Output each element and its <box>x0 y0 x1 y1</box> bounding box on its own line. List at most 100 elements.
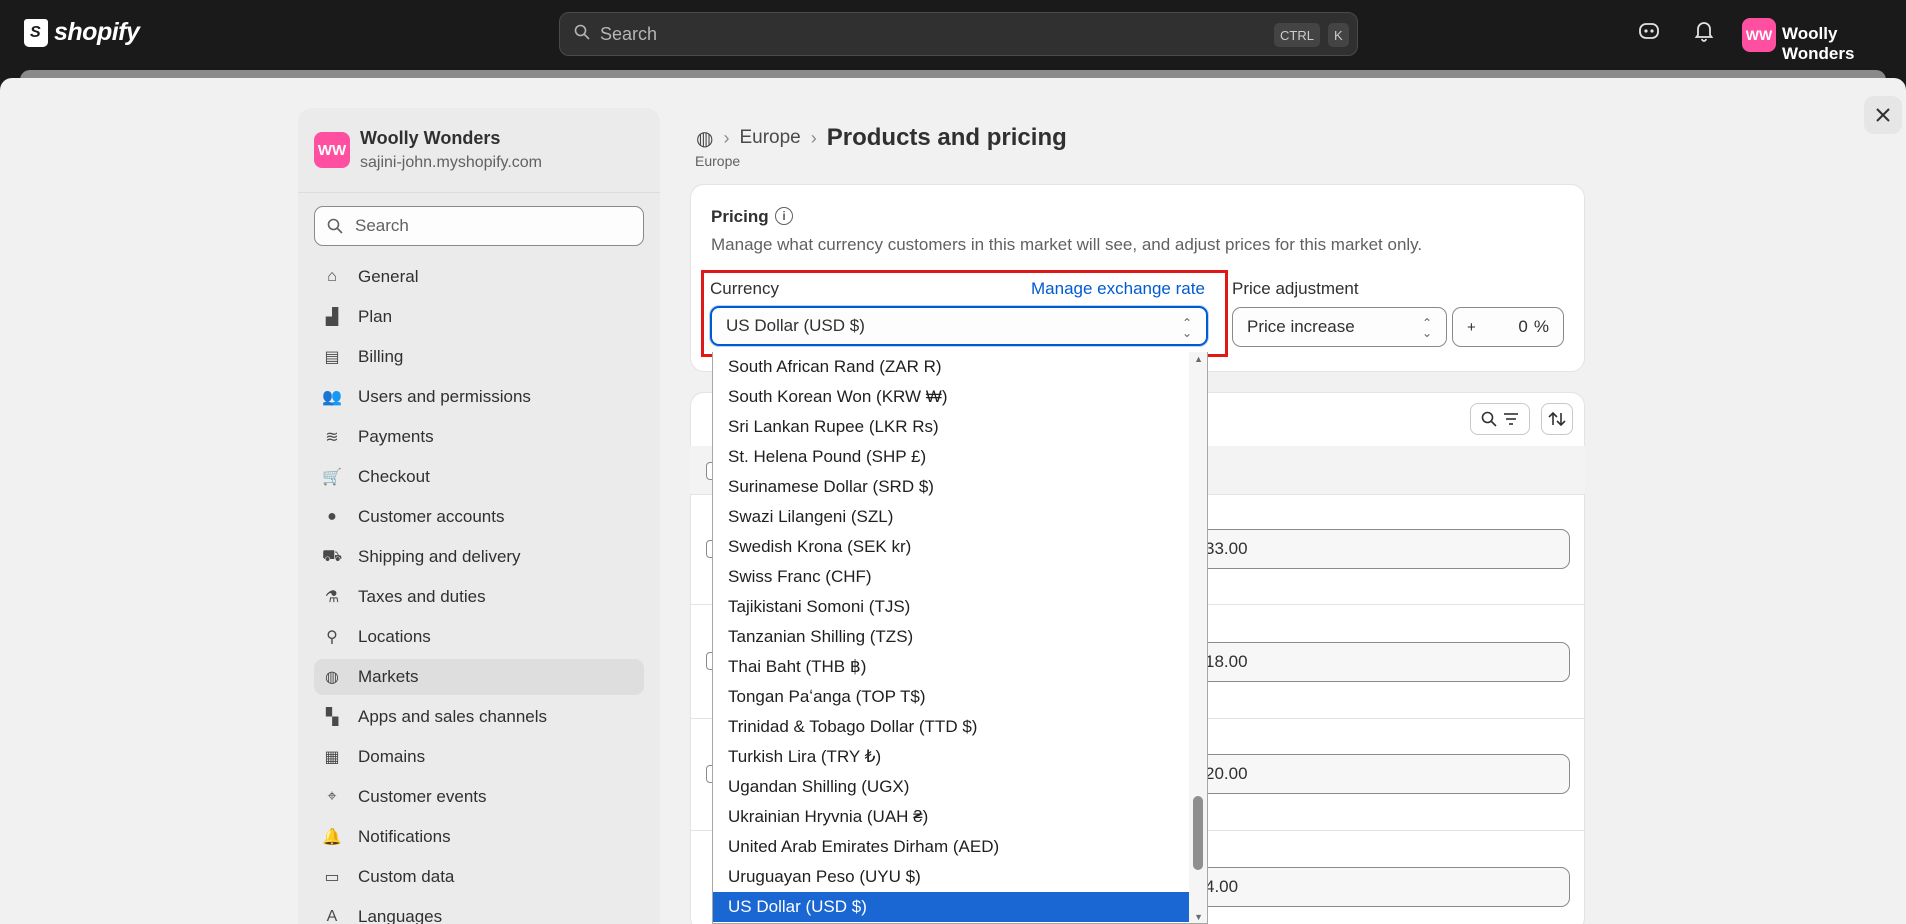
currency-dropdown-list[interactable]: South African Rand (ZAR R) South Korean … <box>712 352 1208 924</box>
scrollbar-thumb[interactable] <box>1193 796 1203 870</box>
sidebar-item-customer-accounts[interactable]: ● Customer accounts <box>314 499 644 535</box>
sidebar-item-languages[interactable]: A Languages <box>314 899 644 924</box>
percent-suffix: % <box>1533 317 1549 336</box>
sidebar-item-locations[interactable]: ⚲ Locations <box>314 619 644 655</box>
sidebar-item-label: Custom data <box>358 867 455 886</box>
sidebar-item-checkout[interactable]: 🛒 Checkout <box>314 459 644 495</box>
data-icon: ▭ <box>324 869 340 886</box>
percent-value: 0 <box>1518 317 1528 336</box>
sidebar-item-label: Billing <box>358 347 404 366</box>
settings-search-input[interactable]: Search <box>314 206 644 246</box>
price-value: 18.00 <box>1205 652 1248 671</box>
close-button[interactable] <box>1864 96 1902 134</box>
chevron-right-icon: › <box>723 127 730 148</box>
price-value: 33.00 <box>1205 539 1248 558</box>
currency-option[interactable]: Trinidad & Tobago Dollar (TTD $) <box>713 712 1189 742</box>
tax-icon: ⚗ <box>324 589 340 606</box>
store-avatar[interactable]: WW <box>1742 18 1776 52</box>
sidebar-item-notifications[interactable]: 🔔 Notifications <box>314 819 644 855</box>
price-field[interactable]: 18.00 <box>1196 642 1570 682</box>
sidebar-item-markets[interactable]: ◍ Markets <box>314 659 644 695</box>
currency-option[interactable]: Tongan Paʻanga (TOP T$) <box>713 682 1189 712</box>
price-field[interactable]: 20.00 <box>1196 754 1570 794</box>
page-title: Products and pricing <box>826 124 1067 151</box>
sidebar-item-domains[interactable]: ▦ Domains <box>314 739 644 775</box>
sidebar-item-label: Users and permissions <box>358 387 531 406</box>
currency-option[interactable]: Thai Baht (THB ฿) <box>713 652 1189 682</box>
currency-option[interactable]: United Arab Emirates Dirham (AED) <box>713 832 1189 862</box>
search-filter-button[interactable] <box>1470 403 1530 435</box>
dropdown-scrollbar[interactable]: ▲ ▼ <box>1189 352 1207 923</box>
truck-icon: ⛟ <box>322 548 343 565</box>
percent-prefix: + <box>1467 318 1476 336</box>
breadcrumb-europe-link[interactable]: Europe <box>739 127 800 149</box>
price-value: 20.00 <box>1205 764 1248 783</box>
currency-highlight-box <box>701 270 1228 357</box>
markets-globe-icon[interactable]: ◍ <box>696 126 713 151</box>
search-placeholder: Search <box>600 23 658 44</box>
search-icon <box>327 218 343 234</box>
sidebar-item-label: Plan <box>358 307 393 326</box>
currency-option[interactable]: Tanzanian Shilling (TZS) <box>713 622 1189 652</box>
search-icon <box>574 24 590 45</box>
billing-icon: ▤ <box>324 349 340 366</box>
price-adjustment-select[interactable]: Price increase ⌃ ⌄ <box>1232 307 1447 347</box>
sidebar-item-general[interactable]: ⌂ General <box>314 259 644 295</box>
sort-button[interactable] <box>1541 403 1573 435</box>
sidebar-item-apps[interactable]: ▚ Apps and sales channels <box>314 699 644 735</box>
domain-icon: ▦ <box>324 749 340 766</box>
chevron-up-down-icon: ⌃ ⌄ <box>1421 316 1432 340</box>
person-icon: ● <box>327 508 337 525</box>
currency-option[interactable]: Sri Lankan Rupee (LKR Rs) <box>713 412 1189 442</box>
sidebar-item-label: Taxes and duties <box>358 587 486 606</box>
page-subtitle: Europe <box>695 153 741 169</box>
sidebar-item-custom-data[interactable]: ▭ Custom data <box>314 859 644 895</box>
sidebar-item-label: Payments <box>358 427 434 446</box>
currency-option[interactable]: South African Rand (ZAR R) <box>713 352 1189 382</box>
sidekick-icon[interactable] <box>1638 20 1660 48</box>
currency-option[interactable]: South Korean Won (KRW ₩) <box>713 382 1189 412</box>
sidebar-item-label: General <box>358 267 419 286</box>
currency-option[interactable]: Turkish Lira (TRY ₺) <box>713 742 1189 772</box>
currency-option[interactable]: St. Helena Pound (SHP £) <box>713 442 1189 472</box>
currency-option[interactable]: Uruguayan Peso (UYU $) <box>713 862 1189 892</box>
info-icon[interactable]: i <box>775 207 793 225</box>
currency-option[interactable]: Tajikistani Somoni (TJS) <box>713 592 1189 622</box>
sidebar-item-label: Languages <box>358 907 443 924</box>
sidebar-item-payments[interactable]: ≋ Payments <box>314 419 644 455</box>
pricing-title: Pricing <box>711 207 769 226</box>
shortcut-k-badge: K <box>1328 23 1349 47</box>
sidebar-item-label: Locations <box>358 627 431 646</box>
scroll-down-arrow-icon[interactable]: ▼ <box>1194 912 1203 922</box>
plan-icon: ▟ <box>325 309 339 326</box>
currency-option[interactable]: Surinamese Dollar (SRD $) <box>713 472 1189 502</box>
currency-option[interactable]: Swiss Franc (CHF) <box>713 562 1189 592</box>
search-icon <box>1481 411 1497 427</box>
sidebar-item-taxes[interactable]: ⚗ Taxes and duties <box>314 579 644 615</box>
globe-icon: ◍ <box>325 669 339 686</box>
currency-option-selected[interactable]: US Dollar (USD $) <box>713 892 1189 922</box>
sidebar-item-billing[interactable]: ▤ Billing <box>314 339 644 375</box>
logo-text: shopify <box>54 18 140 46</box>
currency-option[interactable]: Swedish Krona (SEK kr) <box>713 532 1189 562</box>
sidebar-item-label: Customer events <box>358 787 487 806</box>
percent-input[interactable]: + 0 % <box>1452 307 1564 347</box>
bell-icon[interactable] <box>1694 20 1714 48</box>
divider <box>298 192 660 193</box>
currency-option[interactable]: Ukrainian Hryvnia (UAH ₴) <box>713 802 1189 832</box>
currency-option[interactable]: Swazi Lilangeni (SZL) <box>713 502 1189 532</box>
global-search-input[interactable]: Search CTRL K <box>559 12 1358 56</box>
store-name-top[interactable]: Woolly Wonders <box>1782 24 1906 64</box>
price-field[interactable]: 33.00 <box>1196 529 1570 569</box>
price-field[interactable]: 4.00 <box>1196 867 1570 907</box>
sidebar-item-customer-events[interactable]: ⌖ Customer events <box>314 779 644 815</box>
scroll-up-arrow-icon[interactable]: ▲ <box>1194 354 1203 364</box>
sidebar-item-plan[interactable]: ▟ Plan <box>314 299 644 335</box>
cart-icon: 🛒 <box>322 469 342 486</box>
apps-icon: ▚ <box>325 709 339 726</box>
shopify-logo[interactable]: shopify <box>24 18 140 47</box>
price-adjustment-label: Price adjustment <box>1232 279 1359 298</box>
sidebar-item-users[interactable]: 👥 Users and permissions <box>314 379 644 415</box>
sidebar-item-shipping[interactable]: ⛟ Shipping and delivery <box>314 539 644 575</box>
currency-option[interactable]: Ugandan Shilling (UGX) <box>713 772 1189 802</box>
